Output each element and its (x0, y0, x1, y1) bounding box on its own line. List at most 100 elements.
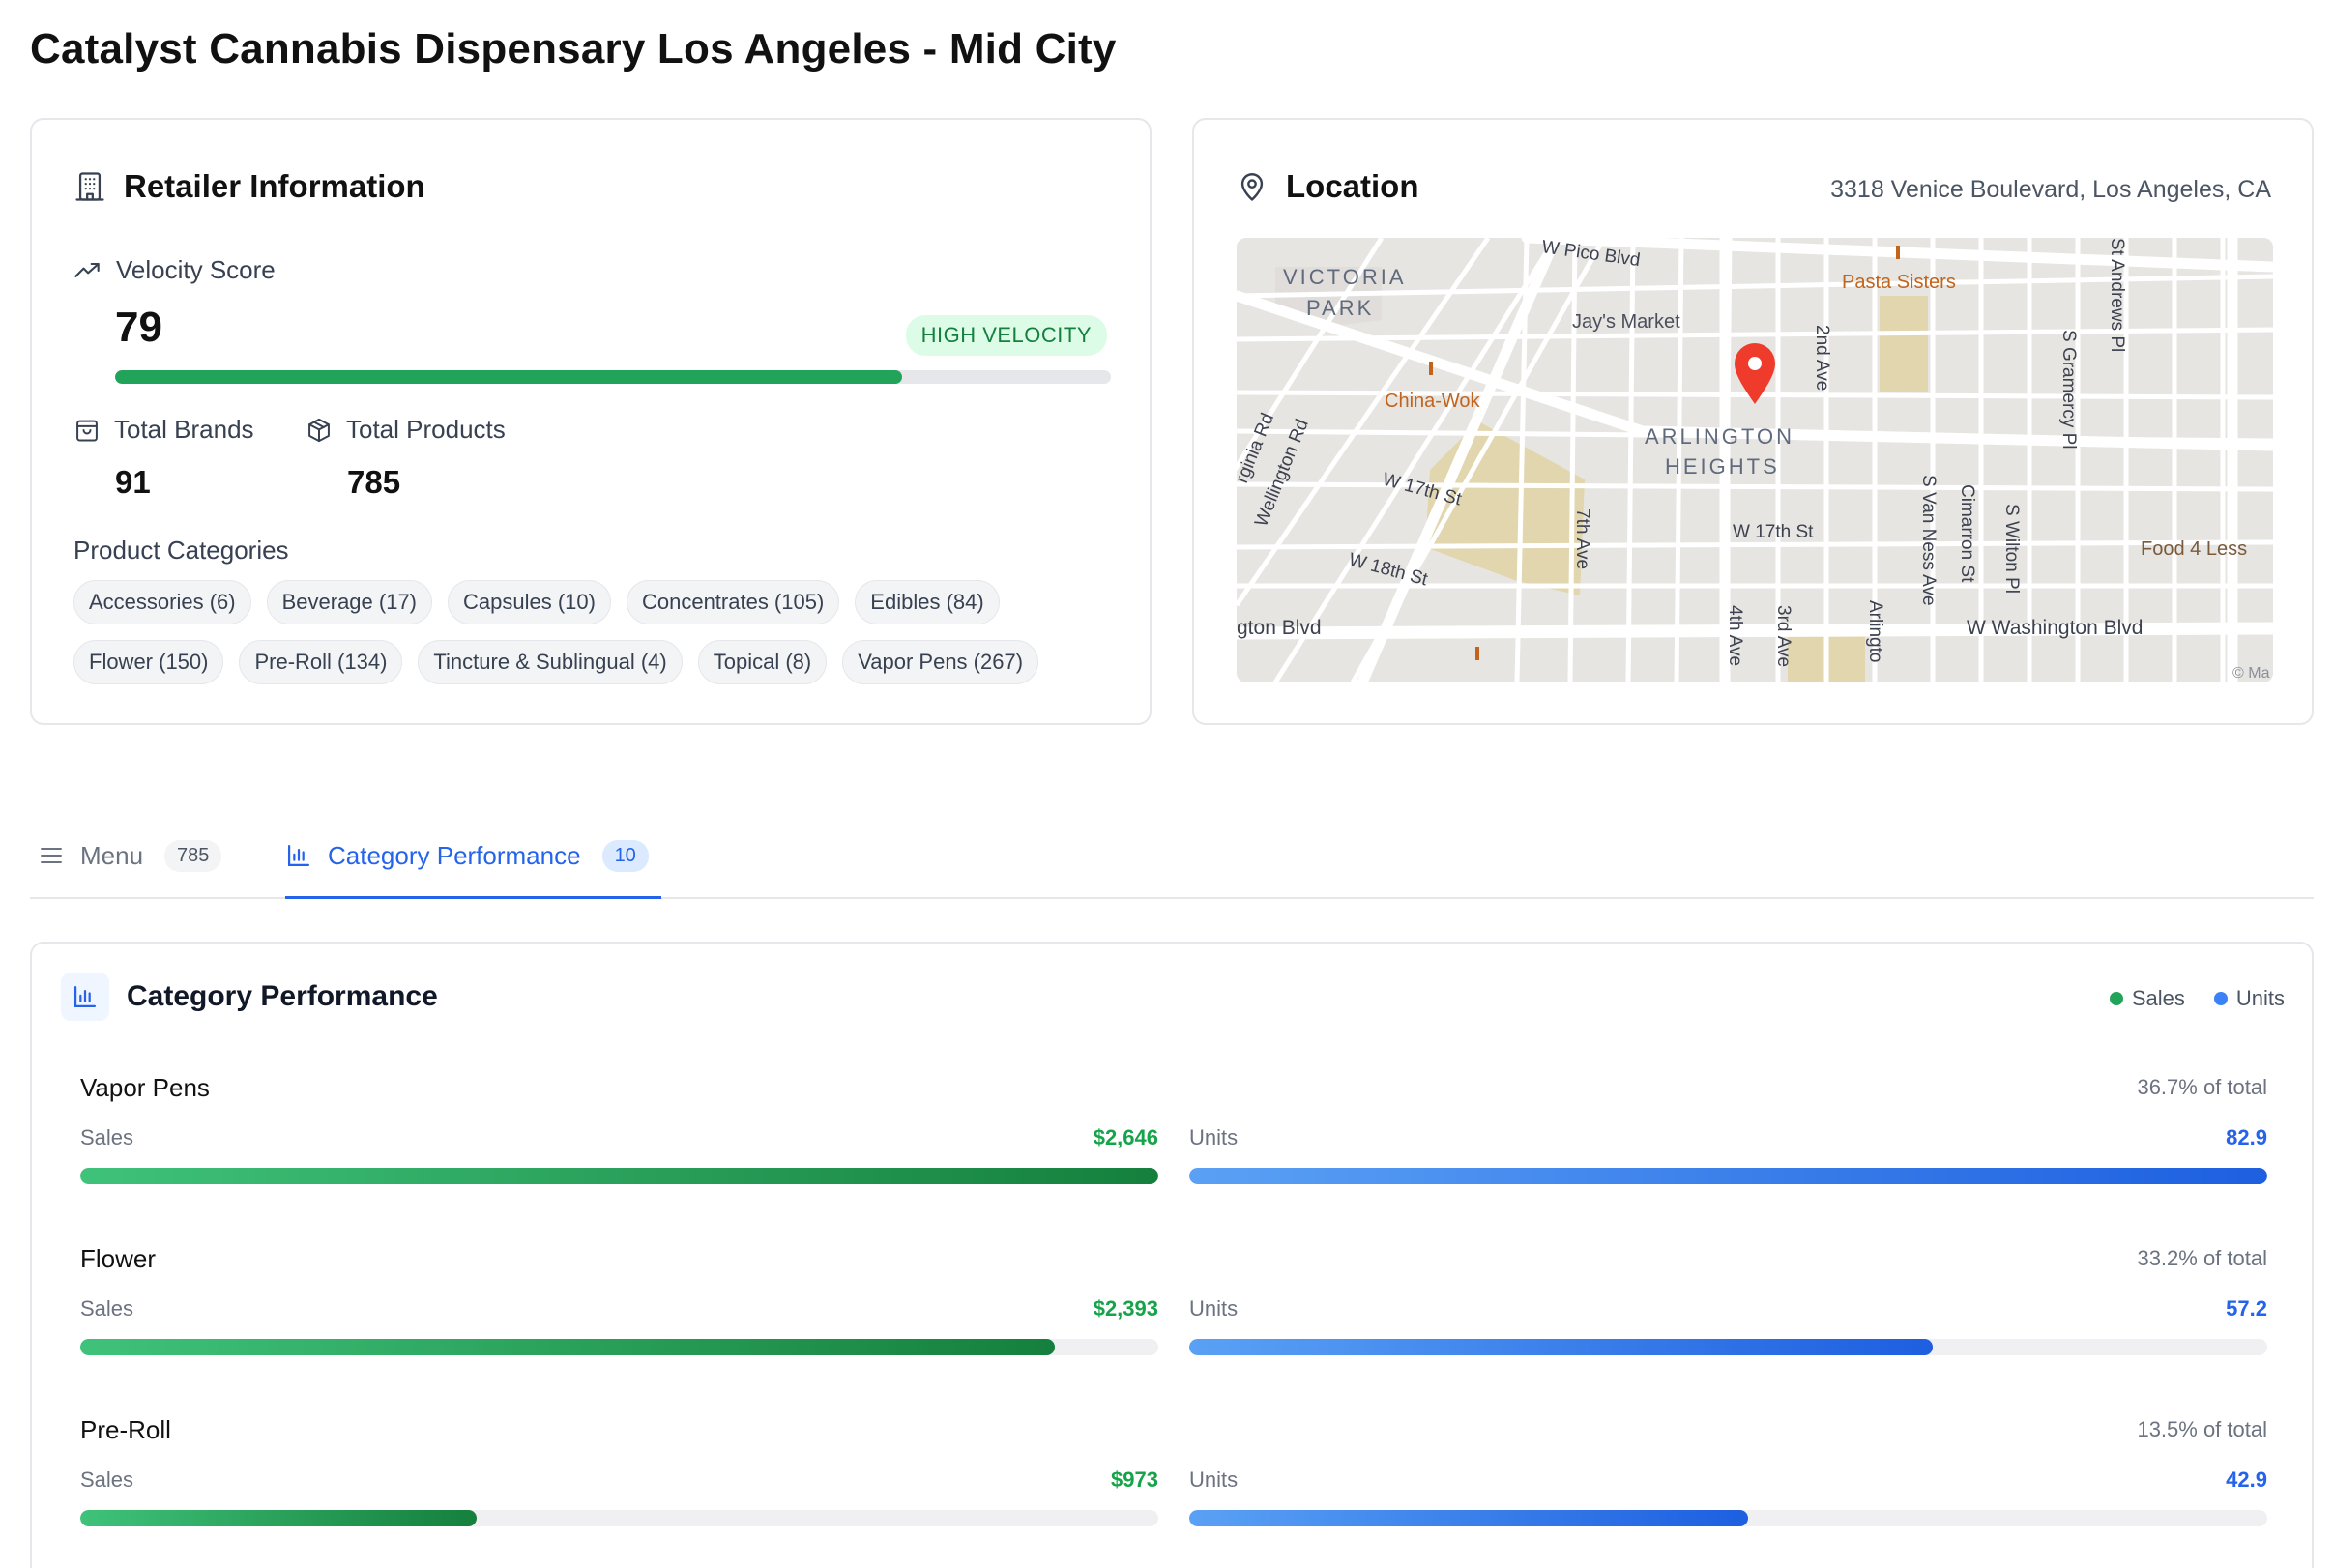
legend-units: Units (2213, 986, 2285, 1011)
map-attribution: © Ma (2232, 665, 2270, 682)
map-label-arlington: ARLINGTON (1645, 424, 1794, 449)
velocity-label: Velocity Score (116, 255, 276, 284)
tab-menu-label: Menu (80, 840, 144, 870)
category-chip[interactable]: Flower (150) (73, 640, 224, 684)
category-chip[interactable]: Tincture & Sublingual (4) (418, 640, 683, 684)
units-bar-track (1189, 1510, 2267, 1526)
trending-up-icon (73, 257, 101, 284)
location-header: Location (1236, 168, 1419, 205)
units-label: Units (1189, 1467, 1239, 1492)
product-category-chips: Accessories (6) Beverage (17) Capsules (… (73, 580, 1118, 684)
location-address: 3318 Venice Boulevard, Los Angeles, CA (1830, 176, 2271, 203)
units-bar-track (1189, 1339, 2267, 1355)
units-bar-fill (1189, 1168, 2267, 1184)
tab-category-performance-label: Category Performance (328, 840, 581, 870)
legend-units-label: Units (2235, 986, 2285, 1010)
tab-menu[interactable]: Menu 785 (38, 812, 222, 899)
units-label: Units (1189, 1125, 1239, 1149)
package-icon (306, 417, 333, 444)
map-label-ington: gton Blvd (1237, 617, 1322, 639)
category-performance-title: Category Performance (127, 980, 438, 1012)
legend-units-dot (2213, 992, 2228, 1005)
map-label-3rd-ave: 3rd Ave (1773, 605, 1794, 667)
sales-bar-fill (80, 1168, 1158, 1184)
tab-category-performance-count: 10 (601, 839, 649, 872)
units-bar-track (1189, 1168, 2267, 1184)
category-performance-card: Category Performance Sales Units Vapor P… (30, 942, 2314, 1568)
category-performance-header: Category Performance (61, 973, 438, 1021)
category-name: Pre-Roll (80, 1415, 171, 1444)
sales-bar-track (80, 1510, 1158, 1526)
page-title: Catalyst Cannabis Dispensary Los Angeles… (30, 25, 1117, 73)
menu-lines-icon (38, 842, 65, 869)
building-icon (73, 170, 106, 203)
tab-menu-count: 785 (164, 839, 222, 872)
total-products-label: Total Products (346, 415, 506, 444)
map-label-st-andrews: St Andrews Pl (2107, 238, 2127, 352)
total-products-stat: Total Products 785 (306, 415, 506, 501)
units-label: Units (1189, 1296, 1239, 1321)
total-brands-label: Total Brands (114, 415, 254, 444)
map-label-jays: Jay's Market (1572, 311, 1680, 333)
map-label-4th-ave: 4th Ave (1725, 605, 1745, 666)
map-label-7th-ave: 7th Ave (1572, 508, 1592, 569)
sales-metric: Sales $2,646 (80, 1125, 1158, 1184)
legend-sales-dot (2109, 992, 2123, 1005)
category-row: Flower 33.2% of total Sales $2,393 Units… (80, 1244, 2267, 1389)
category-chip[interactable]: Edibles (84) (855, 580, 1000, 624)
sales-metric: Sales $973 (80, 1467, 1158, 1526)
sales-metric: Sales $2,393 (80, 1296, 1158, 1355)
category-name: Flower (80, 1244, 157, 1273)
category-share: 36.7% of total (2137, 1075, 2267, 1099)
units-value: 57.2 (2226, 1296, 2267, 1321)
map-label-washington: W Washington Blvd (1967, 617, 2143, 639)
map-label-park: PARK (1306, 296, 1374, 320)
velocity-badge: HIGH VELOCITY (905, 315, 1107, 356)
map-label-2nd-ave: 2nd Ave (1812, 325, 1832, 391)
units-bar-fill (1189, 1510, 1748, 1526)
velocity-score: 79 (115, 304, 162, 351)
category-chip[interactable]: Pre-Roll (134) (239, 640, 403, 684)
velocity-progress-track (115, 370, 1111, 384)
map-label-cimarron: Cimarron St (1957, 484, 1977, 583)
product-categories-label: Product Categories (73, 536, 289, 565)
sales-label: Sales (80, 1467, 134, 1492)
map-pin-icon (1236, 170, 1269, 203)
map-label-victoria: VICTORIA (1283, 265, 1407, 289)
category-chip[interactable]: Topical (8) (697, 640, 828, 684)
total-brands-value: 91 (115, 464, 151, 500)
map-label-china: China-Wok (1385, 391, 1481, 412)
category-name: Vapor Pens (80, 1073, 210, 1102)
category-row: Pre-Roll 13.5% of total Sales $973 Units… (80, 1415, 2267, 1560)
retailer-info-title: Retailer Information (124, 168, 425, 204)
category-chip[interactable]: Beverage (17) (266, 580, 433, 624)
velocity-progress-fill (115, 370, 902, 384)
category-chip[interactable]: Vapor Pens (267) (842, 640, 1039, 684)
bar-chart-icon (285, 842, 312, 869)
tab-category-performance[interactable]: Category Performance 10 (285, 812, 655, 899)
retailer-info-card: Retailer Information Velocity Score 79 H… (30, 118, 1152, 725)
units-value: 42.9 (2226, 1467, 2267, 1492)
legend-sales-label: Sales (2131, 986, 2185, 1010)
category-share: 33.2% of total (2137, 1246, 2267, 1270)
bar-chart-icon (61, 973, 109, 1021)
velocity-label-row: Velocity Score (73, 255, 276, 285)
view-tabs: Menu 785 Category Performance 10 (30, 812, 2314, 899)
units-value: 82.9 (2226, 1125, 2267, 1149)
units-metric: Units 57.2 (1189, 1296, 2267, 1355)
total-products-value: 785 (347, 464, 401, 500)
retailer-info-header: Retailer Information (73, 168, 425, 205)
map-label-food4less: Food 4 Less (2141, 538, 2247, 560)
legend-sales: Sales (2109, 986, 2185, 1011)
category-chip[interactable]: Capsules (10) (448, 580, 611, 624)
category-chip[interactable]: Accessories (6) (73, 580, 251, 624)
sales-bar-track (80, 1339, 1158, 1355)
sales-bar-fill (80, 1510, 478, 1526)
sales-label: Sales (80, 1125, 134, 1149)
units-metric: Units 82.9 (1189, 1125, 2267, 1184)
sales-value: $973 (1111, 1467, 1158, 1492)
category-chip[interactable]: Concentrates (105) (626, 580, 840, 624)
location-map[interactable]: VICTORIA PARK ARLINGTON HEIGHTS W Pico B… (1237, 238, 2273, 682)
sales-bar-fill (80, 1339, 1055, 1355)
units-bar-fill (1189, 1339, 1934, 1355)
